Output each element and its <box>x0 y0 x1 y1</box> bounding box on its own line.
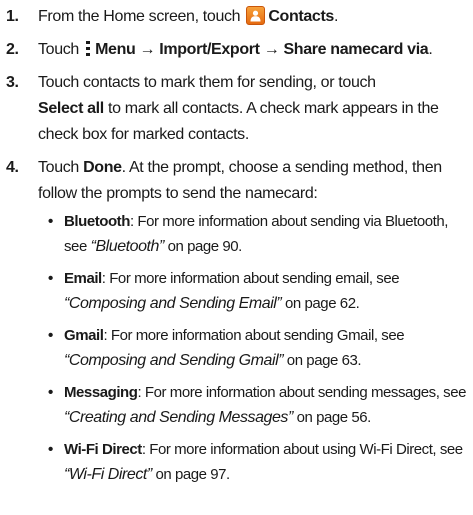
bullet-icon: • <box>48 441 53 458</box>
step-post: . <box>333 8 339 25</box>
page-reference: on page 97. <box>151 466 230 483</box>
step-text: Touch Done. At the prompt, choose a send… <box>38 155 467 207</box>
step-pre: Touch <box>38 159 79 176</box>
cross-reference: “Wi-Fi Direct” <box>64 466 152 483</box>
step-text: Touch Menu → Import/Export → Share namec… <box>38 37 467 63</box>
step-number: 2. <box>6 41 19 58</box>
step-bold: Contacts <box>268 8 334 25</box>
bullet-text: : For more information about sending ema… <box>101 270 400 287</box>
list-item: • Email: For more information about send… <box>38 266 467 316</box>
step-2: 2. Touch Menu → Import/Export → Share na… <box>6 37 467 63</box>
step-number: 4. <box>6 159 19 176</box>
step-number: 3. <box>6 74 19 91</box>
bullet-label: Messaging <box>64 384 138 401</box>
page-reference: on page 90. <box>163 238 243 255</box>
bullet-label: Gmail <box>64 327 104 344</box>
instruction-page: 1. From the Home screen, touch Contacts.… <box>0 0 473 515</box>
step-bold: Select all <box>38 100 104 117</box>
bullet-icon: • <box>48 270 53 287</box>
step-bold: Menu → Import/Export → Share namecard vi… <box>95 41 429 58</box>
bullet-icon: • <box>48 327 53 344</box>
bullet-icon: • <box>48 384 53 401</box>
list-item: • Messaging: For more information about … <box>38 380 467 430</box>
page-reference: on page 63. <box>283 352 362 369</box>
bullet-text: : For more information about using Wi-Fi… <box>141 441 463 458</box>
list-item: • Bluetooth: For more information about … <box>38 209 467 259</box>
bullet-icon: • <box>48 213 53 230</box>
step-pre: Touch contacts to mark them for sending,… <box>38 74 376 91</box>
bullet-text: : For more information about sending mes… <box>137 384 466 401</box>
step-post: . <box>428 41 433 58</box>
cross-reference: “Composing and Sending Gmail” <box>64 352 284 369</box>
step-text: Touch contacts to mark them for sending,… <box>38 70 467 148</box>
page-reference: on page 56. <box>292 409 372 426</box>
sending-method-list: • Bluetooth : For more information about … <box>38 209 467 487</box>
step-pre: Touch <box>38 41 79 58</box>
cross-reference: “Creating and Sending Messages” <box>64 409 293 426</box>
list-item: • Wi-Fi Direct: For more information abo… <box>38 437 467 487</box>
cross-reference: “Composing and Sending Email” <box>64 295 282 312</box>
step-4: 4. Touch Done. At the prompt, choose a s… <box>6 155 467 487</box>
page-reference: on page 62. <box>281 295 360 312</box>
bullet-text: : For more information about sending Gma… <box>103 327 405 344</box>
cross-reference: “Bluetooth” <box>90 238 165 255</box>
menu-icon <box>86 41 91 56</box>
contacts-icon <box>246 6 266 25</box>
bullet-label: Email <box>64 270 102 287</box>
step-1: 1. From the Home screen, touch Contacts. <box>6 4 467 30</box>
list-item: • Gmail: For more information about send… <box>38 323 467 373</box>
bullet-label: Bluetooth <box>64 213 130 230</box>
step-3: 3. Touch contacts to mark them for sendi… <box>6 70 467 148</box>
step-bold: Done <box>83 159 122 176</box>
step-pre: From the Home screen, touch <box>38 8 241 25</box>
bullet-label: Wi-Fi Direct <box>64 441 142 458</box>
step-text: From the Home screen, touch Contacts. <box>38 4 467 30</box>
step-number: 1. <box>6 8 19 25</box>
